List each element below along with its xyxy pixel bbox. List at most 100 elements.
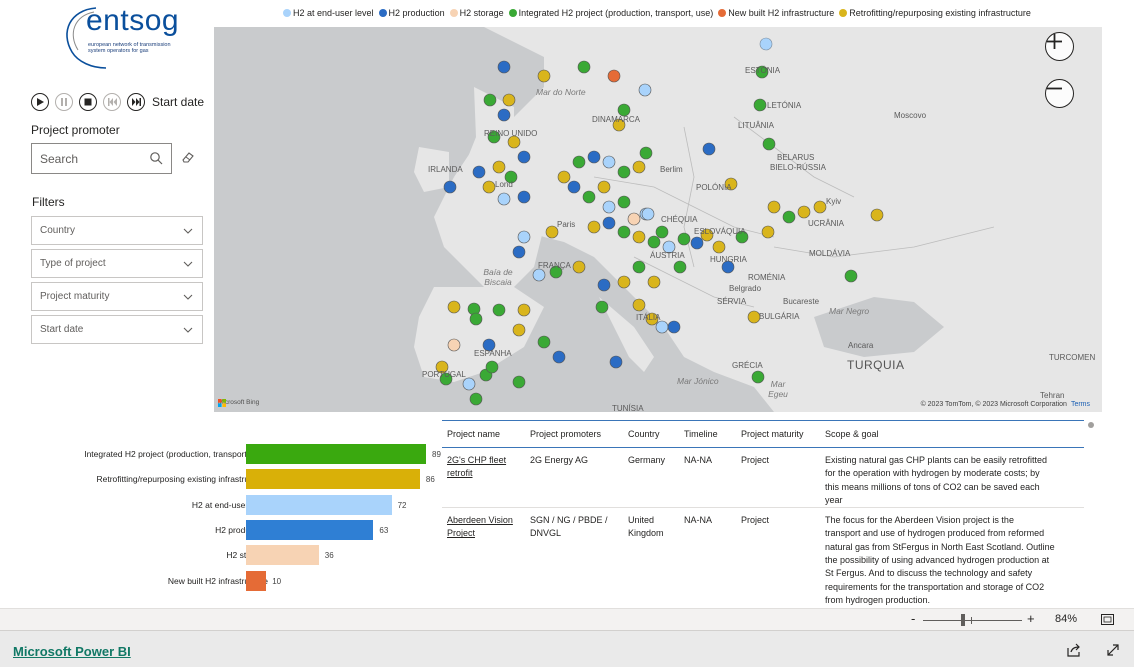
bar-value-label: 72: [397, 500, 407, 510]
map-label: GRÉCIA: [732, 361, 763, 370]
map-label: Mar Jónico: [677, 376, 719, 386]
map-label: TURCOMEN: [1049, 353, 1096, 362]
zoom-slider-track[interactable]: [923, 620, 1022, 621]
legend-item[interactable]: H2 at end-user level: [283, 8, 374, 18]
cell-line: the possibility of using advanced hydrog…: [825, 555, 1050, 566]
zoom-slider-thumb[interactable]: [961, 614, 965, 626]
table-cell-maturity: Project: [741, 455, 770, 465]
map-label: Berlim: [660, 165, 683, 174]
map-label: MOLDÁVIA: [809, 249, 851, 258]
column-header[interactable]: Project maturity: [741, 429, 804, 439]
legend-item[interactable]: Retrofitting/repurposing existing infras…: [839, 8, 1031, 18]
power-bi-link[interactable]: Microsoft Power BI: [13, 644, 131, 659]
bar-row[interactable]: Integrated H2 project (production, trans…: [30, 444, 450, 464]
map-label: Tehran: [1040, 391, 1065, 400]
map-label: Belgrado: [729, 284, 762, 293]
legend-item[interactable]: H2 production: [378, 8, 445, 18]
bar[interactable]: [246, 545, 319, 566]
column-header[interactable]: Project promoters: [530, 429, 601, 439]
map-label: LITUÂNIA: [738, 121, 775, 130]
filter-type-of-project[interactable]: Type of project: [31, 249, 203, 278]
bing-attribution: Microsoft Bing: [218, 399, 259, 407]
bar[interactable]: [246, 444, 426, 464]
cell-line: Existing natural gas CHP plants can be e…: [825, 455, 1047, 465]
playback-label: Start date: [152, 95, 205, 109]
table-cell-timeline: NA-NA: [684, 455, 713, 465]
table-cell-promoters: SGN / NG / PBDE / DNVGL: [530, 514, 608, 541]
map-label: CHÉQUIA: [661, 215, 698, 224]
legend-item[interactable]: New built H2 infrastructure: [718, 8, 834, 18]
legend-item[interactable]: Integrated H2 project (production, trans…: [508, 8, 713, 18]
bar-value-label: 10: [272, 576, 282, 586]
map-label: Moscovo: [894, 111, 927, 120]
zoom-out-button[interactable]: [1045, 79, 1074, 108]
map-label: UCRÂNIA: [808, 219, 845, 228]
filter-start-date[interactable]: Start date: [31, 315, 203, 344]
pause-icon[interactable]: [55, 93, 73, 111]
column-header[interactable]: Timeline: [684, 429, 718, 439]
bar-row[interactable]: Retrofitting/repurposing existing infras…: [30, 469, 450, 490]
column-header[interactable]: Project name: [447, 429, 500, 439]
search-icon[interactable]: [149, 151, 163, 165]
entsog-logo: entsog european network of transmission …: [58, 2, 188, 72]
cell-line: The focus for the Aberdeen Vision projec…: [825, 515, 1014, 526]
bar-row[interactable]: H2 storage36: [30, 545, 450, 566]
cell-line: transport and use of hydrogen produced f…: [825, 528, 1045, 539]
filter-country[interactable]: Country: [31, 216, 203, 245]
column-header[interactable]: Country: [628, 429, 660, 439]
bar-row[interactable]: H2 production 63: [30, 519, 450, 540]
map-label: Lond: [495, 180, 513, 189]
bar[interactable]: [246, 469, 420, 490]
chevron-down-icon: [183, 327, 193, 333]
bar[interactable]: [246, 570, 267, 591]
bar-value-label: 86: [425, 475, 435, 485]
zoom-minus-button[interactable]: -: [911, 611, 915, 626]
zoom-plus-button[interactable]: +: [1027, 611, 1035, 626]
bar[interactable]: [246, 519, 374, 540]
minus-icon: [1047, 87, 1062, 90]
expand-icon[interactable]: [1106, 643, 1120, 657]
map-label: ÁUSTRIA: [650, 251, 685, 260]
bar-row[interactable]: H2 at end-user level 72: [30, 494, 450, 515]
filter-project-maturity[interactable]: Project maturity: [31, 282, 203, 311]
map-label: DINAMARCA: [592, 115, 641, 124]
project-map[interactable]: Mar do Norte REINO UNIDO IRLANDA Lond Pa…: [214, 27, 1102, 412]
previous-icon[interactable]: [103, 93, 121, 111]
eraser-icon[interactable]: [181, 150, 195, 164]
table-cell-name[interactable]: 2G's CHP fleet retrofit: [447, 454, 506, 481]
table-cell-country: Germany: [628, 454, 665, 467]
map-label: Ancara: [848, 341, 874, 350]
table-row[interactable]: Aberdeen Vision Project SGN / NG / PBDE / D…: [442, 508, 1084, 607]
cell-line: 2G Energy AG: [530, 455, 589, 465]
legend-item[interactable]: H2 storage: [449, 8, 504, 18]
play-icon[interactable]: [31, 93, 49, 111]
terms-link[interactable]: Terms: [1071, 401, 1090, 408]
map-label: FRANÇA: [538, 261, 571, 270]
fit-to-page-icon[interactable]: [1101, 614, 1114, 625]
stop-icon[interactable]: [79, 93, 97, 111]
bar-value-label: 36: [324, 551, 334, 561]
table-row[interactable]: 2G's CHP fleet retrofit 2G Energy AG German…: [442, 448, 1084, 509]
scrollbar-thumb[interactable]: [1088, 422, 1094, 428]
table-cell-scope: Existing natural gas CHP plants can be e…: [825, 454, 1047, 507]
promoter-search-box: [31, 143, 172, 174]
bar-row[interactable]: New built H2 infrastructure 10: [30, 570, 450, 591]
share-icon[interactable]: [1067, 643, 1081, 657]
table-cell-timeline: NA-NA: [684, 515, 713, 526]
zoom-percent: 84%: [1055, 613, 1078, 625]
column-header[interactable]: Scope & goal: [825, 429, 879, 439]
filter-label: Project maturity: [40, 291, 110, 302]
project-type-bar-chart: Integrated H2 project (production, trans…: [30, 440, 450, 600]
table-cell-scope: The focus for the Aberdeen Vision projec…: [825, 514, 1055, 607]
microsoft-logo-icon: [218, 399, 226, 407]
table-cell-name[interactable]: Aberdeen Vision Project: [447, 514, 513, 541]
promoter-search-input[interactable]: [32, 144, 142, 173]
map-label: PORTUGAL: [422, 370, 466, 379]
zoom-in-button[interactable]: [1045, 32, 1074, 61]
map-legend: H2 at end-user level H2 production H2 st…: [283, 8, 1036, 18]
next-icon[interactable]: [127, 93, 145, 111]
bar[interactable]: [246, 494, 392, 515]
map-label: Mar do Norte: [536, 87, 586, 97]
map-label: Bucareste: [783, 297, 820, 306]
logo-wordmark: entsog: [86, 4, 180, 37]
